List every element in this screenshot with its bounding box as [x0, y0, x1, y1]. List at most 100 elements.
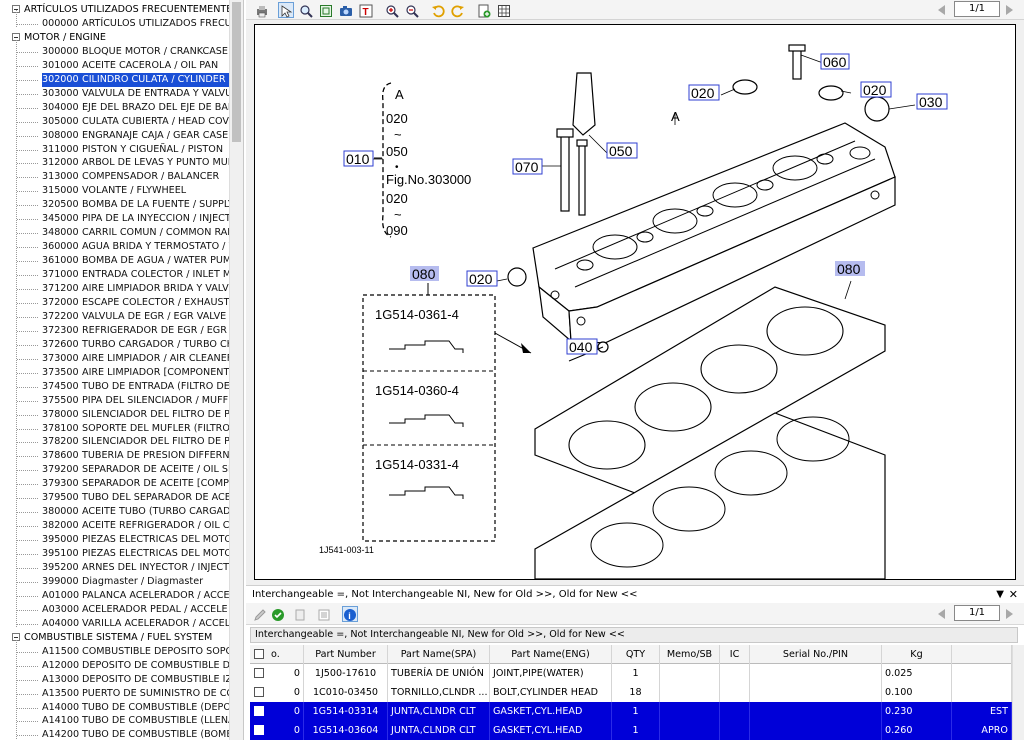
tree-category[interactable]: COMBUSTIBLE SISTEMA / FUEL SYSTEM: [0, 631, 212, 645]
list-icon[interactable]: [316, 606, 332, 622]
next-page-icon[interactable]: [1006, 5, 1013, 15]
tree-category[interactable]: ARTÍCULOS UTILIZADOS FRECUENTEMENTE: [0, 3, 232, 17]
exploded-diagram-sheet[interactable]: A 020 ~ 050 • Fig.No.303000 020 ~ 090 1G…: [254, 24, 1016, 580]
row-checkbox[interactable]: [254, 725, 264, 735]
tree-item-320500[interactable]: 320500 BOMBA DE LA FUENTE / SUPPLY: [42, 198, 234, 212]
column-header-ic[interactable]: IC: [720, 645, 750, 664]
tree-item-308000[interactable]: 308000 ENGRANAJE CAJA / GEAR CASE: [42, 129, 228, 143]
tree-item-378200[interactable]: 378200 SILENCIADOR DEL FILTRO DE P.: [42, 435, 231, 449]
column-header-no[interactable]: o.: [268, 645, 304, 664]
grid-view-icon[interactable]: [496, 2, 512, 18]
tree-item-345000[interactable]: 345000 PIPA DE LA INYECCION / INJECT: [42, 212, 231, 226]
callout-020-a[interactable]: 020: [691, 85, 715, 101]
tree-item-A13500[interactable]: A13500 PUERTO DE SUMINISTRO DE CC: [42, 687, 233, 701]
tree-item-311000[interactable]: 311000 PISTON Y CIGUEÑAL / PISTON: [42, 143, 223, 157]
tree-item-378000[interactable]: 378000 SILENCIADOR DEL FILTRO DE P.: [42, 408, 231, 422]
tree-item-371000[interactable]: 371000 ENTRADA COLECTOR / INLET M: [42, 268, 231, 282]
row-checkbox[interactable]: [254, 668, 264, 678]
tree-item-304000[interactable]: 304000 EJE DEL BRAZO DEL EJE DE BAL: [42, 101, 233, 115]
callout-010[interactable]: 010: [346, 151, 370, 167]
tree-item-374500[interactable]: 374500 TUBO DE ENTRADA (FILTRO DE: [42, 380, 230, 394]
callout-040[interactable]: 040: [569, 339, 593, 355]
column-header-serial[interactable]: Serial No./PIN: [750, 645, 882, 664]
tree-item-302000[interactable]: 302000 CILINDRO CULATA / CYLINDER H: [42, 73, 236, 87]
callout-050[interactable]: 050: [609, 143, 633, 159]
tree-item-373000[interactable]: 373000 AIRE LIMPIADOR / AIR CLEANEF: [42, 352, 232, 366]
callout-080-a[interactable]: 080: [412, 266, 436, 282]
tree-item-A01000[interactable]: A01000 PALANCA ACELERADOR / ACCE: [42, 589, 230, 603]
tree-item-A12000[interactable]: A12000 DEPOSITO DE COMBUSTIBLE DI: [42, 659, 233, 673]
tree-item-361000[interactable]: 361000 BOMBA DE AGUA / WATER PUM: [42, 254, 231, 268]
tree-item-315000[interactable]: 315000 VOLANTE / FLYWHEEL: [42, 184, 186, 198]
table-row[interactable]: 0 1G514-03314 JUNTA,CLNDR CLT GASKET,CYL.HE…: [250, 702, 1024, 721]
column-header-part-name-spa[interactable]: Part Name(SPA): [388, 645, 490, 664]
tree-item-A14200[interactable]: A14200 TUBO DE COMBUSTIBLE (BOMB.: [42, 728, 236, 740]
tree-item-372600[interactable]: 372600 TURBO CARGADOR / TURBO CH: [42, 338, 234, 352]
camera-icon[interactable]: [338, 2, 354, 18]
parts-next-page-icon[interactable]: [1006, 609, 1013, 619]
tree-scrollbar[interactable]: [229, 0, 243, 740]
close-icon[interactable]: ✕: [1009, 586, 1018, 604]
tree-item-380000[interactable]: 380000 ACEITE TUBO (TURBO CARGADO: [42, 505, 238, 519]
tree-item-A14000[interactable]: A14000 TUBO DE COMBUSTIBLE (DEPOS: [42, 701, 237, 715]
callout-020-b[interactable]: 020: [863, 82, 887, 98]
tree-item-000000[interactable]: 000000 ARTÍCULOS UTILIZADOS FRECU: [42, 17, 232, 31]
column-header-part-name-eng[interactable]: Part Name(ENG): [490, 645, 612, 664]
column-header-part-number[interactable]: Part Number: [304, 645, 388, 664]
tree-item-395000[interactable]: 395000 PIEZAS ELECTRICAS DEL MOTO: [42, 533, 232, 547]
pin-icon[interactable]: ▼: [996, 586, 1004, 604]
tree-item-395200[interactable]: 395200 ARNES DEL INYECTOR / INJECT: [42, 561, 229, 575]
tree-scroll-thumb[interactable]: [232, 2, 241, 142]
pointer-tool-icon[interactable]: [278, 2, 294, 18]
table-scrollbar[interactable]: [1012, 645, 1024, 740]
tree-item-378600[interactable]: 378600 TUBERIA DE PRESION DIFFERNT: [42, 449, 235, 463]
tree-item-312000[interactable]: 312000 ARBOL DE LEVAS Y PUNTO MUE: [42, 156, 234, 170]
add-to-list-icon[interactable]: [476, 2, 492, 18]
tree-item-372200[interactable]: 372200 VALVULA DE EGR / EGR VALVE: [42, 310, 226, 324]
edit-icon[interactable]: [252, 606, 268, 622]
tree-item-382000[interactable]: 382000 ACEITE REFRIGERADOR / OIL CO: [42, 519, 237, 533]
zoom-out-icon[interactable]: [404, 2, 420, 18]
tree-item-372000[interactable]: 372000 ESCAPE COLECTOR / EXHAUST: [42, 296, 229, 310]
tree-item-303000[interactable]: 303000 VALVULA DE ENTRADA Y VALVU: [42, 87, 232, 101]
diagram-scrollbar[interactable]: [1016, 20, 1024, 585]
fit-page-icon[interactable]: [318, 2, 334, 18]
tree-item-379300[interactable]: 379300 SEPARADOR DE ACEITE [COMPO: [42, 477, 236, 491]
row-checkbox[interactable]: [254, 706, 264, 716]
tree-item-395100[interactable]: 395100 PIEZAS ELECTRICAS DEL MOTO: [42, 547, 232, 561]
tree-item-301000[interactable]: 301000 ACEITE CACEROLA / OIL PAN: [42, 59, 218, 73]
confirm-icon[interactable]: [270, 606, 286, 622]
rotate-left-icon[interactable]: [430, 2, 446, 18]
tree-item-378100[interactable]: 378100 SOPORTE DEL MUFLER (FILTRO: [42, 422, 230, 436]
copy-icon[interactable]: [292, 606, 308, 622]
callout-030[interactable]: 030: [919, 94, 943, 110]
select-all-checkbox[interactable]: [254, 649, 264, 659]
tree-item-379500[interactable]: 379500 TUBO DEL SEPARADOR DE ACE: [42, 491, 231, 505]
tree-item-371200[interactable]: 371200 AIRE LIMPIADOR BRIDA Y VALVU: [42, 282, 236, 296]
tree-item-313000[interactable]: 313000 COMPENSADOR / BALANCER: [42, 170, 219, 184]
tree-item-A11500[interactable]: A11500 COMBUSTIBLE DEPOSITO SOPO: [42, 645, 233, 659]
tree-item-399000[interactable]: 399000 Diagmaster / Diagmaster: [42, 575, 203, 589]
parts-prev-page-icon[interactable]: [938, 609, 945, 619]
info-icon[interactable]: i: [342, 606, 358, 622]
table-row[interactable]: 0 1J500-17610 TUBERÍA DE UNIÓN JOINT,PIPE(W…: [250, 664, 1024, 683]
column-header-memo[interactable]: Memo/SB: [660, 645, 720, 664]
row-checkbox[interactable]: [254, 687, 264, 697]
tree-item-305000[interactable]: 305000 CULATA CUBIERTA / HEAD COVE: [42, 115, 235, 129]
zoom-in-icon[interactable]: [384, 2, 400, 18]
callout-020-c[interactable]: 020: [469, 271, 493, 287]
diagram-viewer[interactable]: A 020 ~ 050 • Fig.No.303000 020 ~ 090 1G…: [246, 20, 1024, 585]
tree-item-A03000[interactable]: A03000 ACELERADOR PEDAL / ACCELE: [42, 603, 228, 617]
tree-item-A14100[interactable]: A14100 TUBO DE COMBUSTIBLE (LLENA: [42, 714, 235, 728]
tree-item-348000[interactable]: 348000 CARRIL COMUN / COMMON RAIL: [42, 226, 235, 240]
tree-item-A04000[interactable]: A04000 VARILLA ACELERADOR / ACCEL: [42, 617, 230, 631]
tree-item-A13000[interactable]: A13000 DEPOSITO DE COMBUSTIBLE IZ: [42, 673, 232, 687]
tree-item-372300[interactable]: 372300 REFRIGERADOR DE EGR / EGR: [42, 324, 227, 338]
prev-page-icon[interactable]: [938, 5, 945, 15]
tree-item-379200[interactable]: 379200 SEPARADOR DE ACEITE / OIL SI: [42, 463, 231, 477]
column-header-extra[interactable]: [952, 645, 1012, 664]
column-header-qty[interactable]: QTY: [612, 645, 660, 664]
category-tree[interactable]: ARTÍCULOS UTILIZADOS FRECUENTEMENTE 00000…: [0, 0, 244, 740]
callout-070[interactable]: 070: [515, 159, 539, 175]
callout-060[interactable]: 060: [823, 54, 847, 70]
